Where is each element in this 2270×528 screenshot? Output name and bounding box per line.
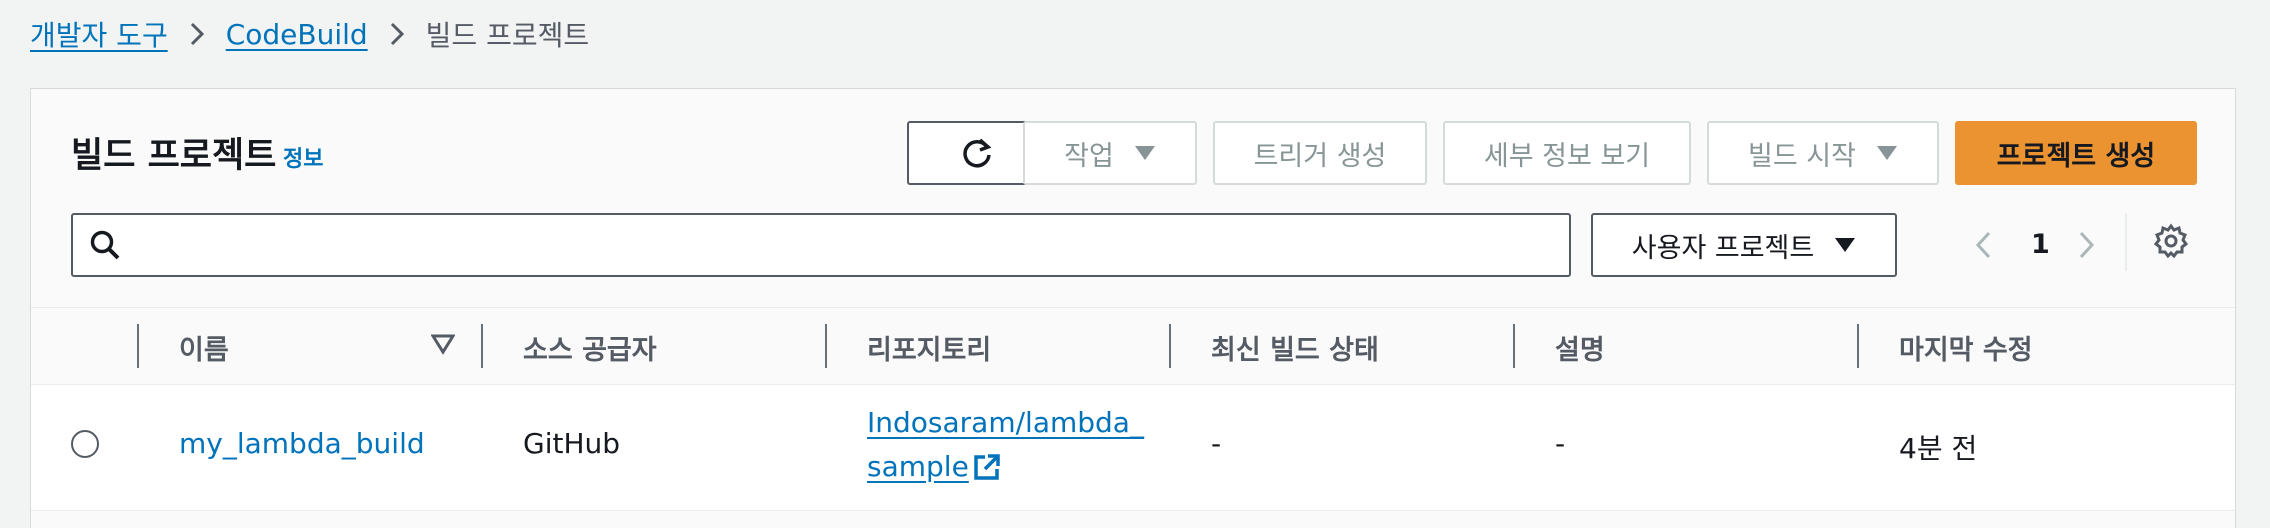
column-divider [825,324,827,368]
sort-descending-icon[interactable] [431,332,455,356]
breadcrumb-current: 빌드 프로젝트 [425,19,590,52]
external-link-icon[interactable] [973,453,1001,481]
breadcrumb: 개발자 도구 CodeBuild 빌드 프로젝트 [30,12,589,56]
column-divider [1169,324,1171,368]
search-box [71,213,1571,277]
info-link[interactable]: 정보 [283,141,323,173]
view-details-label: 세부 정보 보기 [1483,140,1651,172]
refresh-icon [960,136,994,170]
description-cell: - [1555,427,1566,460]
create-project-label: 프로젝트 생성 [1996,140,2156,172]
column-header-source-provider[interactable]: 소스 공급자 [523,308,657,386]
build-projects-panel: 빌드 프로젝트 정보 작업 트리거 생성 세부 정보 보기 빌드 시작 프로젝트… [30,88,2236,528]
last-modified-cell: 4분 전 [1899,432,1978,465]
table-header: 이름 소스 공급자 리포지토리 최신 빌드 상태 설명 마지막 수정 [31,307,2235,385]
project-filter-value: 사용자 프로젝트 [1631,232,1815,264]
repository-link-line1[interactable]: Indosaram/lambda_ [867,401,1144,445]
create-trigger-label: 트리거 생성 [1253,140,1387,172]
caret-down-icon [1834,237,1856,253]
page-number[interactable]: 1 [2031,225,2050,265]
column-divider [137,324,139,368]
breadcrumb-developer-tools[interactable]: 개발자 도구 [30,14,168,54]
caret-down-icon [1876,145,1898,161]
previous-page-button[interactable] [1975,225,1991,265]
latest-build-status-cell: - [1211,427,1222,460]
table-row[interactable]: my_lambda_build GitHub Indosaram/lambda_… [31,385,2235,511]
caret-down-icon [1134,145,1156,161]
column-header-latest-build-status[interactable]: 최신 빌드 상태 [1211,308,1379,386]
view-details-button[interactable]: 세부 정보 보기 [1443,121,1691,185]
column-divider [481,324,483,368]
action-button[interactable]: 작업 [1023,121,1197,185]
project-filter-select[interactable]: 사용자 프로젝트 [1591,213,1897,277]
pager-divider [2125,213,2127,271]
start-build-button[interactable]: 빌드 시작 [1707,121,1939,185]
next-page-button[interactable] [2079,225,2095,265]
page-title: 빌드 프로젝트 [71,136,277,176]
project-name-link[interactable]: my_lambda_build [179,427,425,460]
column-header-repository[interactable]: 리포지토리 [867,308,991,386]
start-build-label: 빌드 시작 [1748,140,1856,172]
column-header-description[interactable]: 설명 [1555,308,1605,386]
gear-icon[interactable] [2153,223,2189,259]
column-header-last-modified[interactable]: 마지막 수정 [1899,308,2033,386]
chevron-right-icon [390,22,404,46]
search-icon [89,229,121,261]
breadcrumb-codebuild[interactable]: CodeBuild [226,18,368,51]
column-divider [1513,324,1515,368]
create-project-button[interactable]: 프로젝트 생성 [1955,121,2197,185]
source-provider-cell: GitHub [523,427,621,460]
action-button-label: 작업 [1064,140,1114,172]
column-divider [1857,324,1859,368]
row-select-radio[interactable] [71,430,99,458]
repository-link-line2[interactable]: sample [867,445,969,489]
panel-header: 빌드 프로젝트 정보 작업 트리거 생성 세부 정보 보기 빌드 시작 프로젝트… [31,89,2235,307]
repository-cell: Indosaram/lambda_ sample [867,401,1144,489]
search-input[interactable] [121,215,1569,275]
create-trigger-button[interactable]: 트리거 생성 [1213,121,1427,185]
column-header-name[interactable]: 이름 [179,308,229,386]
chevron-right-icon [190,22,204,46]
